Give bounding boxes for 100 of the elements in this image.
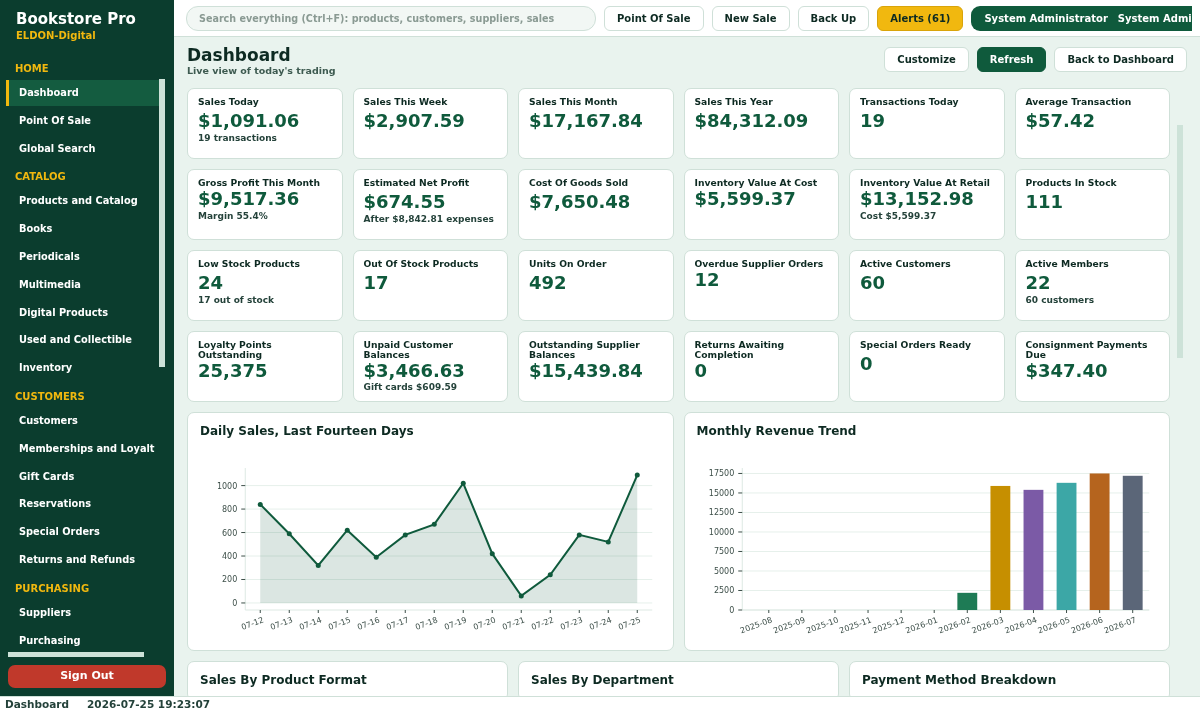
nav-item[interactable]: Customers	[6, 407, 159, 434]
stat-value: $2,907.59	[363, 109, 466, 132]
stat-label: Cost Of Goods Sold	[529, 178, 630, 188]
section-heading: CUSTOMERS	[14, 389, 86, 404]
nav-item[interactable]: Global Search	[6, 135, 159, 162]
scrollbar-thumb[interactable]	[8, 652, 144, 657]
page-button[interactable]: Refresh	[976, 47, 1047, 72]
stat-value: $1,091.06	[198, 109, 301, 132]
stat-value: $347.40	[1025, 359, 1109, 382]
stat-label: Estimated Net Profit	[363, 178, 471, 188]
stat-value: 24	[198, 271, 225, 294]
section-heading: PURCHASING	[14, 581, 91, 596]
chart-title: Sales By Product Format	[200, 672, 368, 690]
stat-label: Sales This Week	[363, 97, 449, 107]
stat-label: Products In Stock	[1025, 178, 1118, 188]
stat-note: 60 customers	[1025, 293, 1096, 307]
user-menu-button[interactable]: System Administrator System Admi	[971, 5, 1192, 31]
axis-label: 800	[221, 505, 238, 515]
axis-label: 0	[232, 599, 238, 609]
toolbar-button[interactable]: Alerts (61)	[877, 5, 964, 31]
sign-out-button[interactable]: Sign Out	[8, 665, 166, 688]
nav-item[interactable]: Inventory	[6, 355, 159, 382]
stat-value: $13,152.98	[860, 187, 975, 210]
nav-item[interactable]: Suppliers	[6, 599, 159, 626]
stat-value: 22	[1025, 271, 1052, 294]
stat-label: Special Orders Ready	[860, 340, 972, 350]
stat-value: 12	[694, 268, 721, 291]
page-button[interactable]: Back to Dashboard	[1054, 47, 1187, 72]
section-heading: CATALOG	[14, 170, 67, 185]
stat-note: Margin 55.4%	[198, 209, 269, 223]
nav-item[interactable]: Purchasing	[6, 627, 159, 649]
stat-value: 17	[363, 271, 390, 294]
toolbar-button[interactable]: New Sale	[711, 5, 790, 31]
data-point	[431, 522, 437, 528]
data-point	[518, 593, 524, 599]
nav-item[interactable]: Special Orders	[6, 519, 159, 546]
data-point	[286, 531, 292, 537]
stat-value: $57.42	[1025, 109, 1096, 132]
app-subtitle: ELDON-Digital	[15, 29, 97, 43]
user-name: System Admi	[1117, 11, 1192, 26]
stat-value: $15,439.84	[529, 359, 644, 382]
stat-value: 0	[694, 359, 708, 382]
stat-label: Active Members	[1025, 259, 1110, 269]
status-time: 2026-07-25 19:23:07	[87, 697, 211, 713]
stat-label: Transactions Today	[860, 97, 960, 107]
nav-item[interactable]: Dashboard	[6, 80, 159, 106]
nav-item[interactable]: Gift Cards	[6, 463, 159, 490]
axis-label: 07-15	[327, 615, 352, 633]
stat-value: $3,466.63	[363, 359, 466, 382]
axis-label: 07-19	[443, 615, 468, 633]
axis-label: 07-20	[472, 615, 497, 633]
status-page: Dashboard	[5, 697, 70, 713]
page-button[interactable]: Customize	[884, 47, 969, 72]
axis-label: 07-16	[356, 615, 381, 633]
chart-title: Sales By Department	[531, 672, 675, 690]
nav-item[interactable]: Memberships and Loyalt	[6, 435, 159, 462]
data-point	[460, 481, 466, 486]
nav-item[interactable]: Books	[6, 216, 159, 243]
stat-label: Sales This Month	[529, 97, 619, 107]
nav-item[interactable]: Multimedia	[6, 271, 159, 298]
stat-label: Returns Awaiting Completion	[694, 340, 786, 360]
bar	[956, 593, 977, 611]
stat-label: Gross Profit This Month	[198, 178, 322, 188]
stat-value: $674.55	[363, 190, 447, 213]
stat-label: Out Of Stock Products	[363, 259, 480, 269]
user-name: System Administrator	[984, 11, 1108, 26]
axis-label: 15000	[708, 489, 734, 499]
nav-item[interactable]: Returns and Refunds	[6, 546, 159, 573]
stat-label: Active Customers	[860, 259, 952, 269]
axis-label: 07-23	[559, 615, 584, 633]
nav-item[interactable]: Digital Products	[6, 299, 159, 326]
toolbar-button[interactable]: Back Up	[797, 5, 870, 31]
page-subtitle: Live view of today's trading	[187, 64, 336, 78]
nav-item[interactable]: Products and Catalog	[6, 188, 159, 215]
stat-label: Average Transaction	[1025, 97, 1133, 107]
stat-label: Overdue Supplier Orders	[694, 259, 825, 269]
stat-note: 17 out of stock	[198, 293, 276, 307]
scrollbar-thumb[interactable]	[159, 79, 165, 367]
nav-item[interactable]: Used and Collectible	[6, 327, 159, 354]
stat-note: 19 transactions	[198, 131, 278, 145]
search-field[interactable]: Search everything (Ctrl+F): products, customers, suppliers, sales	[186, 5, 596, 31]
data-point	[605, 539, 611, 545]
stat-label: Consignment Payments Due	[1025, 340, 1149, 360]
stat-label: Inventory Value At Retail	[860, 178, 991, 188]
nav-item[interactable]: Periodicals	[6, 244, 159, 270]
axis-label: 1000	[216, 481, 238, 491]
stat-value: $9,517.36	[198, 187, 301, 210]
stat-value: 19	[860, 109, 887, 132]
toolbar-button[interactable]: Point Of Sale	[604, 5, 704, 31]
nav-item[interactable]: Reservations	[6, 491, 159, 518]
data-point	[344, 527, 350, 533]
axis-label: 12500	[708, 508, 734, 518]
stat-label: Sales Today	[198, 97, 260, 107]
scrollbar-thumb[interactable]	[1177, 125, 1183, 358]
nav-item[interactable]: Point Of Sale	[6, 107, 159, 134]
stat-label: Units On Order	[529, 259, 608, 269]
axis-label: 07-13	[269, 615, 294, 633]
data-point	[547, 572, 553, 578]
stat-value: 492	[529, 271, 568, 294]
axis-label: 600	[221, 528, 238, 538]
